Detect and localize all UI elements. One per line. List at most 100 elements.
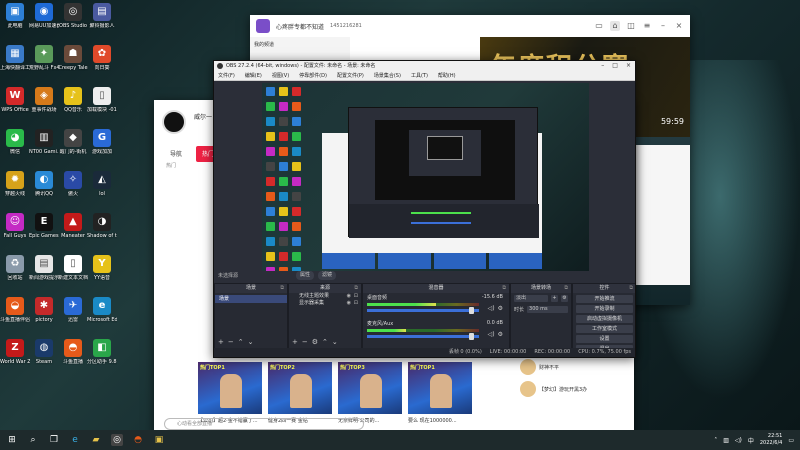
- desktop-icon[interactable]: ♻ 回收站: [0, 255, 30, 293]
- desktop-icon[interactable]: ▤ 新闻游戏提示: [29, 255, 59, 293]
- desktop-icon[interactable]: ◐ 腾讯QQ: [29, 171, 59, 209]
- move-up-icon[interactable]: ⌃: [322, 338, 328, 346]
- menu-item[interactable]: 配置文件(P): [337, 71, 364, 80]
- home-icon[interactable]: ⌂: [610, 21, 620, 31]
- chat-panel[interactable]: [634, 145, 690, 285]
- control-button[interactable]: 启动虚拟摄像机: [576, 315, 633, 323]
- stream-thumbnail[interactable]: 热门TOP3 无奈鲜明·公司的...: [338, 362, 402, 424]
- menu-item[interactable]: 帮助(H): [438, 71, 456, 80]
- desktop-icon[interactable]: e Microsoft Edge: [87, 297, 117, 335]
- stream-thumbnail[interactable]: 热门TOP1 【公司】超2·金不错赢了...: [198, 362, 262, 424]
- desktop-icon[interactable]: ✹ 穿越火线: [0, 171, 30, 209]
- control-button[interactable]: 开始推流: [576, 295, 633, 303]
- obs-preview[interactable]: [262, 83, 589, 271]
- lock-icon[interactable]: ⊡: [354, 293, 358, 300]
- desktop-icon[interactable]: ◭ lol: [87, 171, 117, 209]
- app-tab[interactable]: 导航: [164, 146, 188, 162]
- streamer-avatar[interactable]: [256, 19, 270, 33]
- control-button[interactable]: 工作室模式: [576, 325, 633, 333]
- search-icon[interactable]: ⌕: [27, 434, 39, 446]
- menu-item[interactable]: 场景集合(S): [374, 71, 401, 80]
- desktop-icon[interactable]: ◧ 分区助手 9.8.0: [87, 339, 117, 377]
- add-icon[interactable]: +: [218, 338, 224, 346]
- menu-item[interactable]: 视图(V): [272, 71, 289, 80]
- gear-icon[interactable]: ⚙: [498, 331, 503, 338]
- eye-icon[interactable]: ◉: [347, 300, 351, 307]
- desktop-icon[interactable]: ✿ 向日葵: [87, 45, 117, 83]
- gear-icon[interactable]: ⚙: [498, 305, 503, 312]
- close-icon[interactable]: ×: [626, 61, 631, 71]
- menu-item[interactable]: 停靠部件(D): [299, 71, 327, 80]
- lock-icon[interactable]: ⊡: [354, 300, 358, 307]
- transition-select[interactable]: 淡出: [514, 295, 548, 302]
- desktop-icon[interactable]: ▯ 加载模块 -0134-G...: [87, 87, 117, 125]
- add-icon[interactable]: +: [292, 338, 298, 346]
- volume-icon[interactable]: ◁): [735, 437, 742, 444]
- obs-icon[interactable]: ◎: [111, 434, 123, 446]
- desktop-icon[interactable]: ◒ 斗鱼直播伴侣: [0, 297, 30, 335]
- network-icon[interactable]: ▥: [723, 437, 729, 444]
- add-icon[interactable]: +: [551, 295, 558, 302]
- control-button[interactable]: 设置: [576, 335, 633, 343]
- input-language[interactable]: 中: [748, 436, 754, 445]
- maximize-icon[interactable]: □: [612, 61, 618, 71]
- volume-slider-knob[interactable]: [468, 307, 474, 314]
- filters-button[interactable]: 滤镜: [318, 271, 337, 280]
- desktop-icon[interactable]: Y YY语音: [87, 255, 117, 293]
- desktop-icon[interactable]: ◑ Shadow of the Tom...: [87, 213, 117, 251]
- settings-icon[interactable]: ⚙: [561, 295, 568, 302]
- desktop-icon[interactable]: ◆ 醒门的-街机: [58, 129, 88, 167]
- chevron-up-icon[interactable]: ˄: [714, 437, 717, 444]
- dock-pin-icon[interactable]: ⧉: [564, 284, 568, 293]
- speaker-icon[interactable]: ◁): [488, 305, 495, 312]
- speaker-icon[interactable]: ◁): [488, 331, 495, 338]
- desktop-icon[interactable]: ◕ 微信: [0, 129, 30, 167]
- desktop-icon[interactable]: ✦ 荒野乱斗 Fx4: [29, 45, 59, 83]
- edge-icon[interactable]: e: [69, 434, 81, 446]
- desktop-icon[interactable]: ◍ Steam: [29, 339, 59, 377]
- desktop-icon[interactable]: W WPS Office: [0, 87, 30, 125]
- desktop-icon[interactable]: ▤ 聚铃摄影人: [87, 3, 117, 41]
- dock-pin-icon[interactable]: ⧉: [502, 284, 506, 293]
- menu-icon[interactable]: ≡: [642, 21, 652, 31]
- desktop-icon[interactable]: ✈ 迅雷: [58, 297, 88, 335]
- desktop-icon[interactable]: ◎ OBS Studio: [58, 3, 88, 41]
- desktop-icon[interactable]: ▦ 上海快翻译工作室加速: [0, 45, 30, 83]
- clock[interactable]: 22:51 2022/6/4: [760, 433, 782, 447]
- desktop-icon[interactable]: G 游戏加加: [87, 129, 117, 167]
- cast-icon[interactable]: ▭: [594, 21, 604, 31]
- dock-pin-icon[interactable]: ⧉: [280, 284, 284, 293]
- gamepad-icon[interactable]: ◫: [626, 21, 636, 31]
- properties-button[interactable]: 属性: [296, 271, 315, 280]
- desktop-icon[interactable]: Z World War Z Aftermath: [0, 339, 30, 377]
- desktop-icon[interactable]: ◈ 重事件战场: [29, 87, 59, 125]
- user-avatar[interactable]: [162, 110, 186, 134]
- list-item[interactable]: 【梦幻】游玩开黑3办: [520, 378, 630, 400]
- desktop-icon[interactable]: ◓ 斗鱼直播: [58, 339, 88, 377]
- minimize-icon[interactable]: –: [601, 61, 604, 71]
- menu-item[interactable]: 工具(T): [411, 71, 428, 80]
- source-item[interactable]: 无线主题效果 ◉ ⊡: [289, 293, 361, 300]
- move-up-icon[interactable]: ⌃: [238, 338, 244, 346]
- desktop-icon[interactable]: ▥ NT00 Gami...: [29, 129, 59, 167]
- settings-icon[interactable]: ⚙: [312, 338, 318, 346]
- task-view-icon[interactable]: ❐: [48, 434, 60, 446]
- remove-icon[interactable]: −: [302, 338, 308, 346]
- desktop-icon[interactable]: ✧ 傲火: [58, 171, 88, 209]
- desktop-icon[interactable]: ☗ Creepy Tale: [58, 45, 88, 83]
- source-item[interactable]: 显示器采集 ◉ ⊡: [289, 300, 361, 307]
- remove-icon[interactable]: −: [228, 338, 234, 346]
- duration-input[interactable]: 300 ms: [527, 306, 568, 313]
- douyu-icon[interactable]: ◓: [132, 434, 144, 446]
- desktop-icon[interactable]: ▣ 此电脑: [0, 3, 30, 41]
- minimize-icon[interactable]: –: [658, 21, 668, 31]
- windows-start-icon[interactable]: ⊞: [6, 434, 18, 446]
- desktop-icon[interactable]: E Epic Games Launcher: [29, 213, 59, 251]
- dock-pin-icon[interactable]: ⧉: [629, 284, 633, 293]
- dock-pin-icon[interactable]: ⧉: [354, 284, 358, 293]
- desktop-icon[interactable]: ▯ 新建文本文档: [58, 255, 88, 293]
- obs-window[interactable]: OBS 27.2.4 (64-bit, windows) - 配置文件: 未命名…: [213, 60, 636, 358]
- volume-slider[interactable]: [367, 333, 479, 340]
- volume-slider-knob[interactable]: [468, 333, 474, 340]
- menu-item[interactable]: 文件(F): [218, 71, 235, 80]
